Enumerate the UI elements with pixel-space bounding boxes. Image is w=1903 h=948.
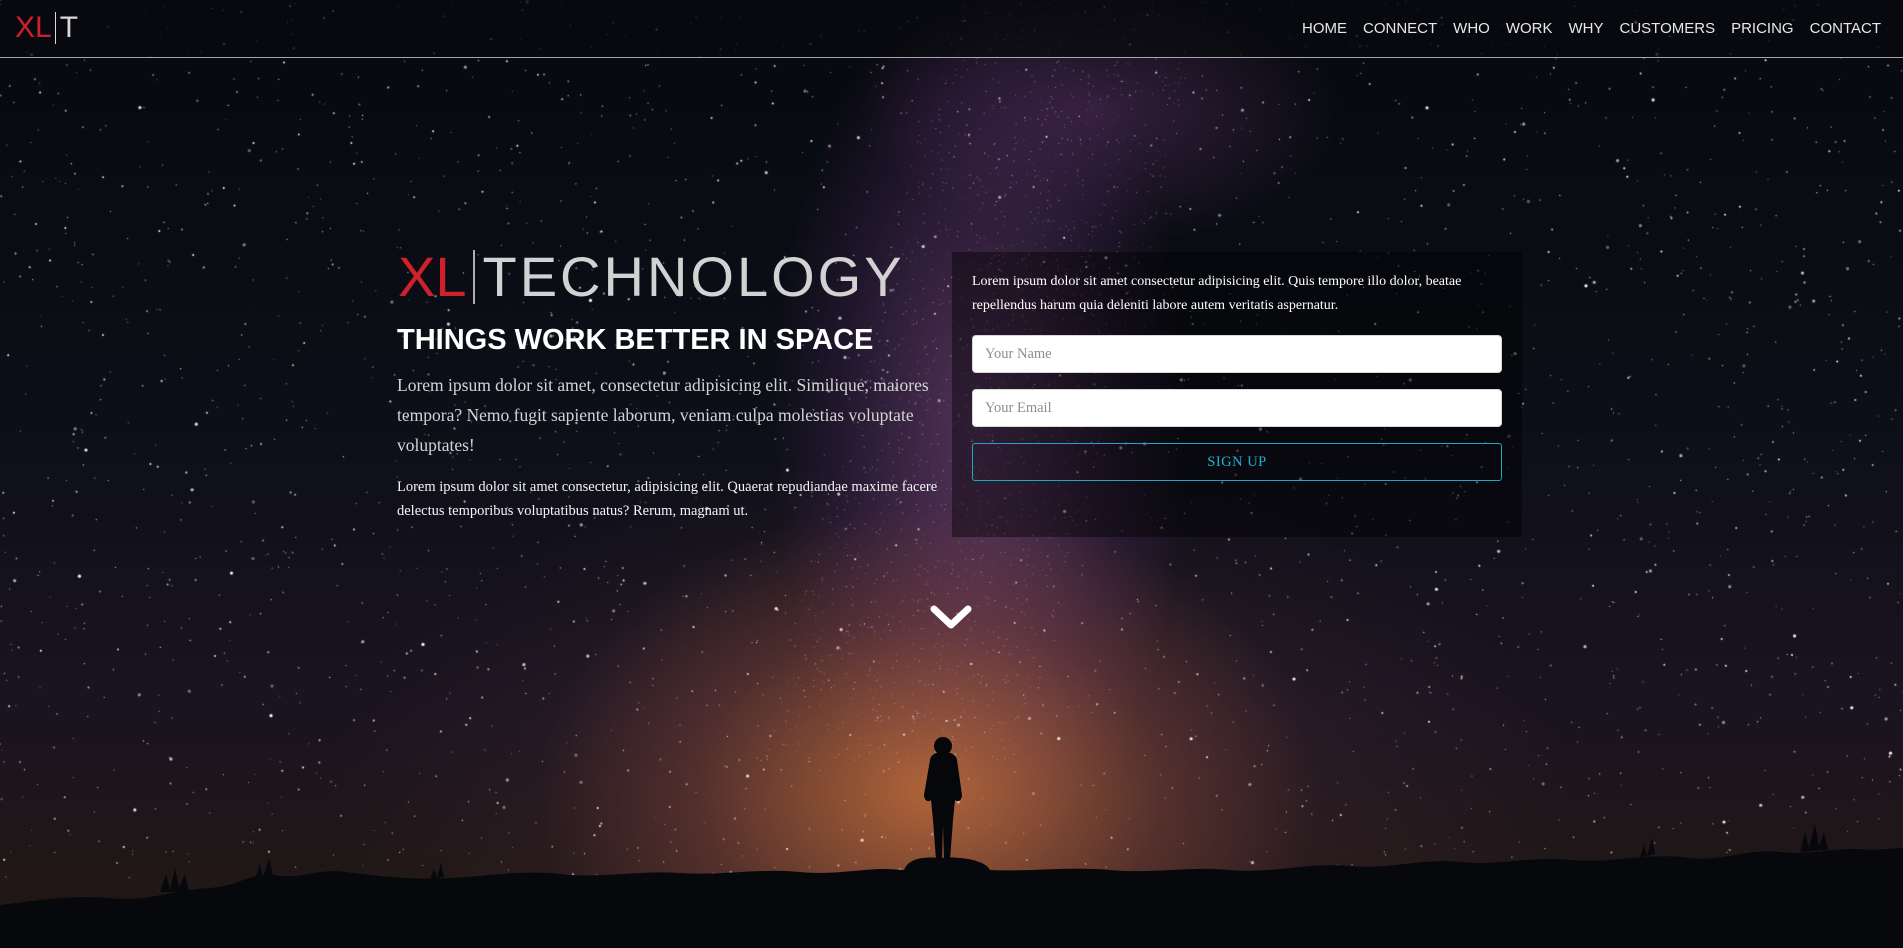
nav-link-contact[interactable]: CONTACT <box>1810 19 1881 39</box>
brand-word: TECHNOLOGY <box>482 245 905 308</box>
nav-link-connect[interactable]: CONNECT <box>1363 19 1437 39</box>
nav-link-pricing[interactable]: PRICING <box>1731 19 1794 39</box>
hero-brand: XL TECHNOLOGY <box>398 246 905 308</box>
scroll-down-button[interactable] <box>928 600 974 636</box>
brand-divider <box>472 250 475 304</box>
nav-link-home[interactable]: HOME <box>1302 19 1347 39</box>
signup-button[interactable]: SIGN UP <box>972 443 1502 481</box>
nav-link-customers[interactable]: CUSTOMERS <box>1620 19 1716 39</box>
signup-panel: Lorem ipsum dolor sit amet consectetur a… <box>952 252 1522 537</box>
logo-divider <box>54 12 56 44</box>
nav-link-why[interactable]: WHY <box>1569 19 1604 39</box>
top-navbar: XL T HOME CONNECT WHO WORK WHY CUSTOMERS… <box>0 0 1903 58</box>
logo-xl: XL <box>15 11 52 44</box>
hero-section: XL T HOME CONNECT WHO WORK WHY CUSTOMERS… <box>0 0 1903 948</box>
email-input[interactable] <box>972 389 1502 427</box>
hero-tagline: THINGS WORK BETTER IN SPACE <box>397 324 874 356</box>
hero-lead-text: Lorem ipsum dolor sit amet, consectetur … <box>397 375 929 455</box>
brand-xl: XL <box>398 245 467 308</box>
logo-t: T <box>59 11 79 44</box>
signup-intro: Lorem ipsum dolor sit amet consectetur a… <box>972 274 1462 313</box>
nav-link-who[interactable]: WHO <box>1453 19 1490 39</box>
name-input[interactable] <box>972 335 1502 373</box>
nav-links: HOME CONNECT WHO WORK WHY CUSTOMERS PRIC… <box>1302 19 1881 39</box>
person-silhouette <box>924 737 962 860</box>
chevron-down-icon <box>930 605 972 629</box>
hero-small-text: Lorem ipsum dolor sit amet consectetur, … <box>397 479 938 519</box>
nav-link-work[interactable]: WORK <box>1506 19 1553 39</box>
site-logo[interactable]: XL T <box>15 12 78 44</box>
